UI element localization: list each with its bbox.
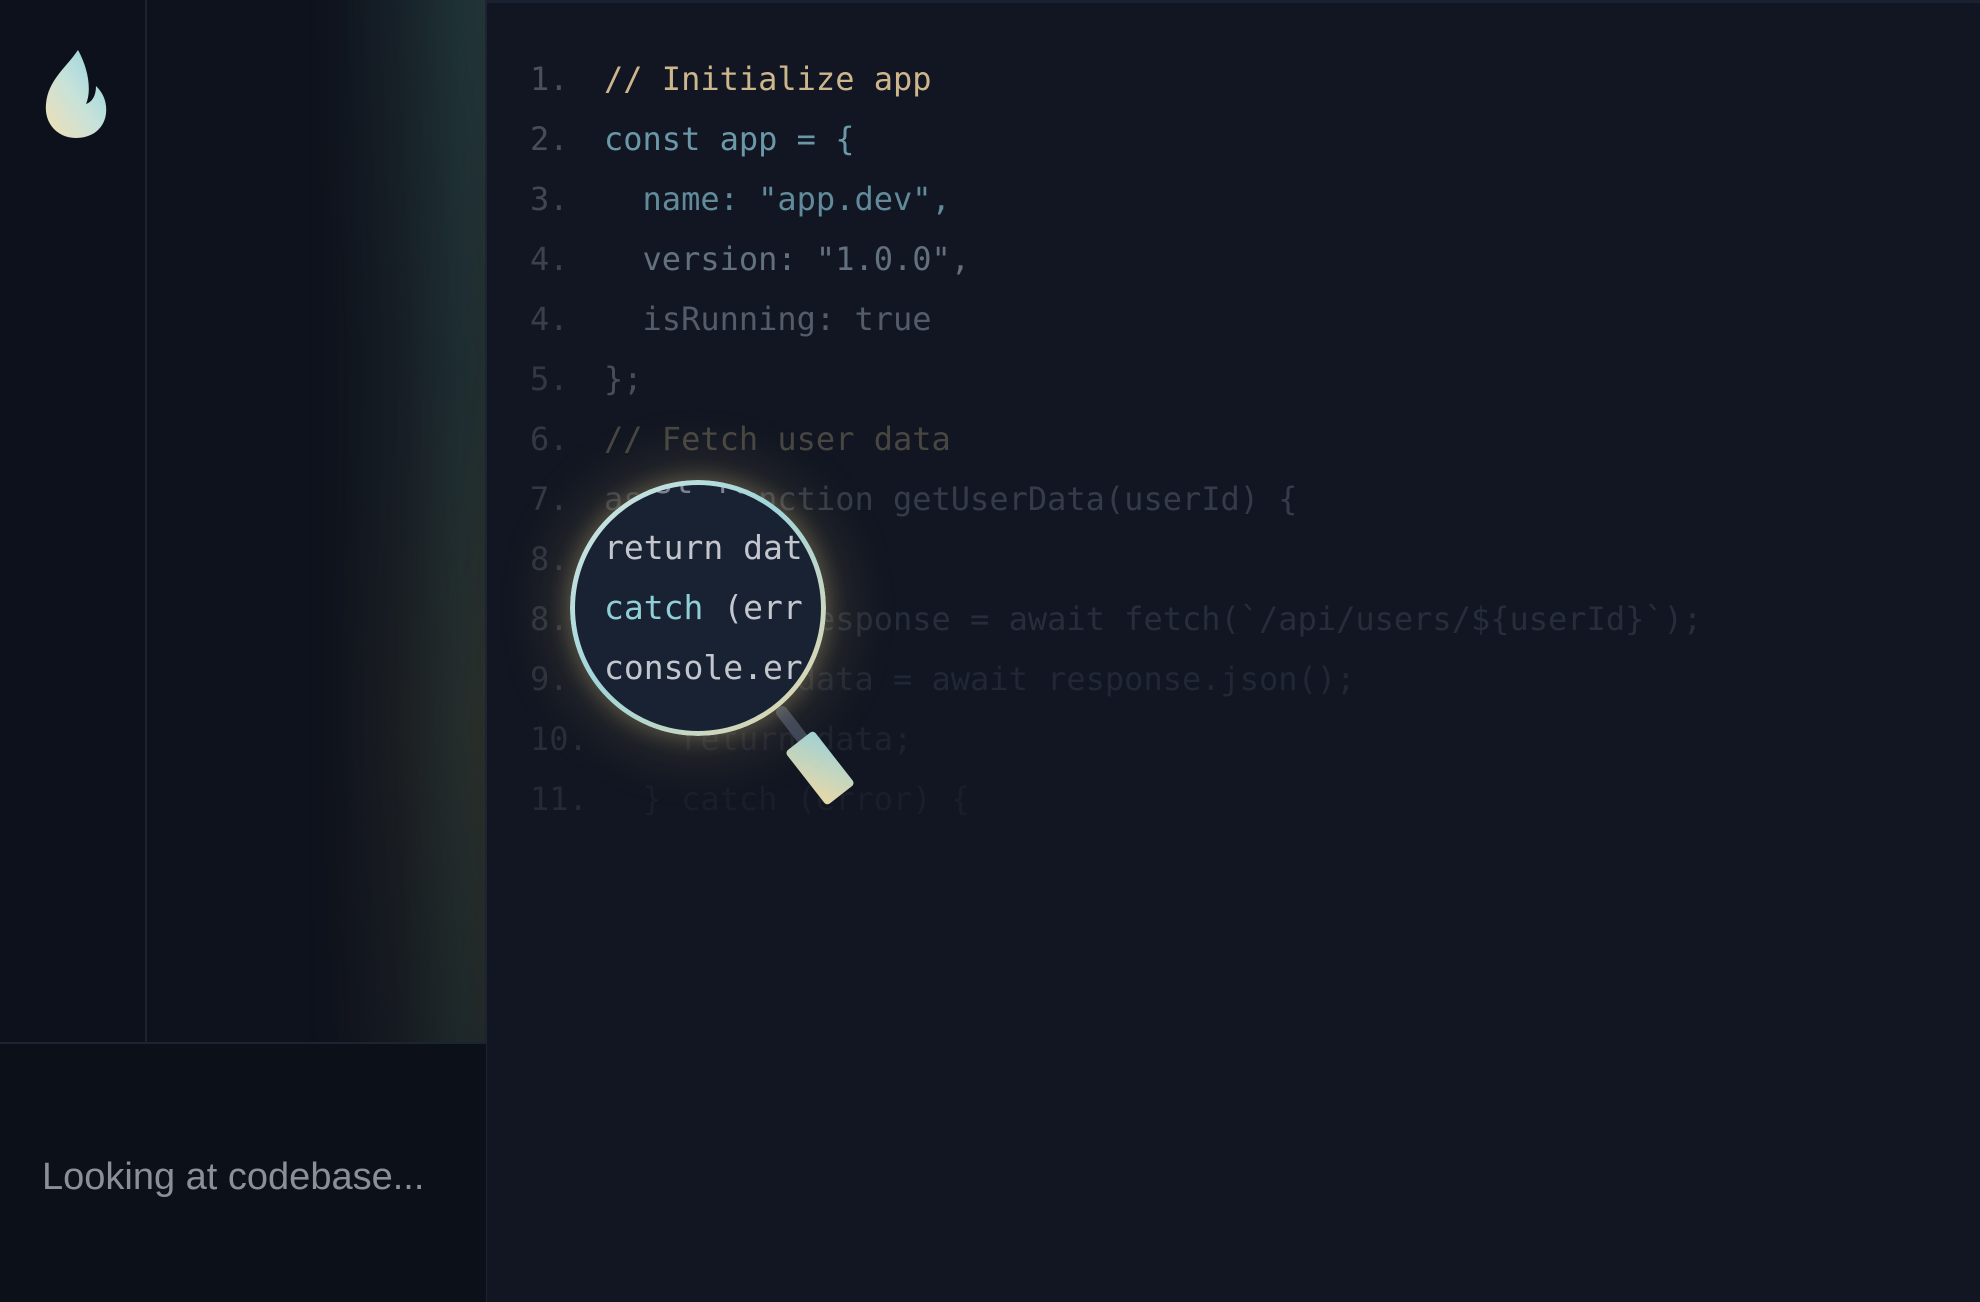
code-text: const app = { <box>604 120 855 158</box>
code-line: 6. // Fetch user data <box>530 420 1950 468</box>
line-number: 5. <box>530 360 569 398</box>
code-text: version: "1.0.0", <box>604 240 971 278</box>
code-text: // Fetch user data <box>604 420 951 458</box>
code-text: name: "app.dev", <box>604 180 951 218</box>
code-text: isRunning: true <box>604 300 932 338</box>
code-line: 4. version: "1.0.0", <box>530 240 1950 288</box>
magnifier-icon: const function return dat catch (err con… <box>570 480 870 820</box>
code-line: 5.}; <box>530 360 1950 408</box>
line-number: 1. <box>530 60 569 98</box>
top-border <box>486 0 1980 3</box>
line-number: 4. <box>530 300 569 338</box>
code-text: }; <box>604 360 643 398</box>
line-number: 6. <box>530 420 569 458</box>
line-number: 3. <box>530 180 569 218</box>
app-window: Looking at codebase... 1. // Initialize a… <box>0 0 1980 1302</box>
magnifier-ring <box>570 480 826 736</box>
code-line: 1. // Initialize app <box>530 60 1950 108</box>
activity-rail <box>0 0 147 1042</box>
side-panel <box>147 0 487 1042</box>
code-text: // Initialize app <box>604 60 932 98</box>
code-line: 4. isRunning: true <box>530 300 1950 348</box>
line-number: 2. <box>530 120 569 158</box>
status-area: Looking at codebase... <box>0 1042 486 1302</box>
line-number: 4. <box>530 240 569 278</box>
flame-icon[interactable] <box>38 46 114 142</box>
code-line: 2. const app = { <box>530 120 1950 168</box>
status-text: Looking at codebase... <box>42 1156 425 1198</box>
code-line: 3. name: "app.dev", <box>530 180 1950 228</box>
